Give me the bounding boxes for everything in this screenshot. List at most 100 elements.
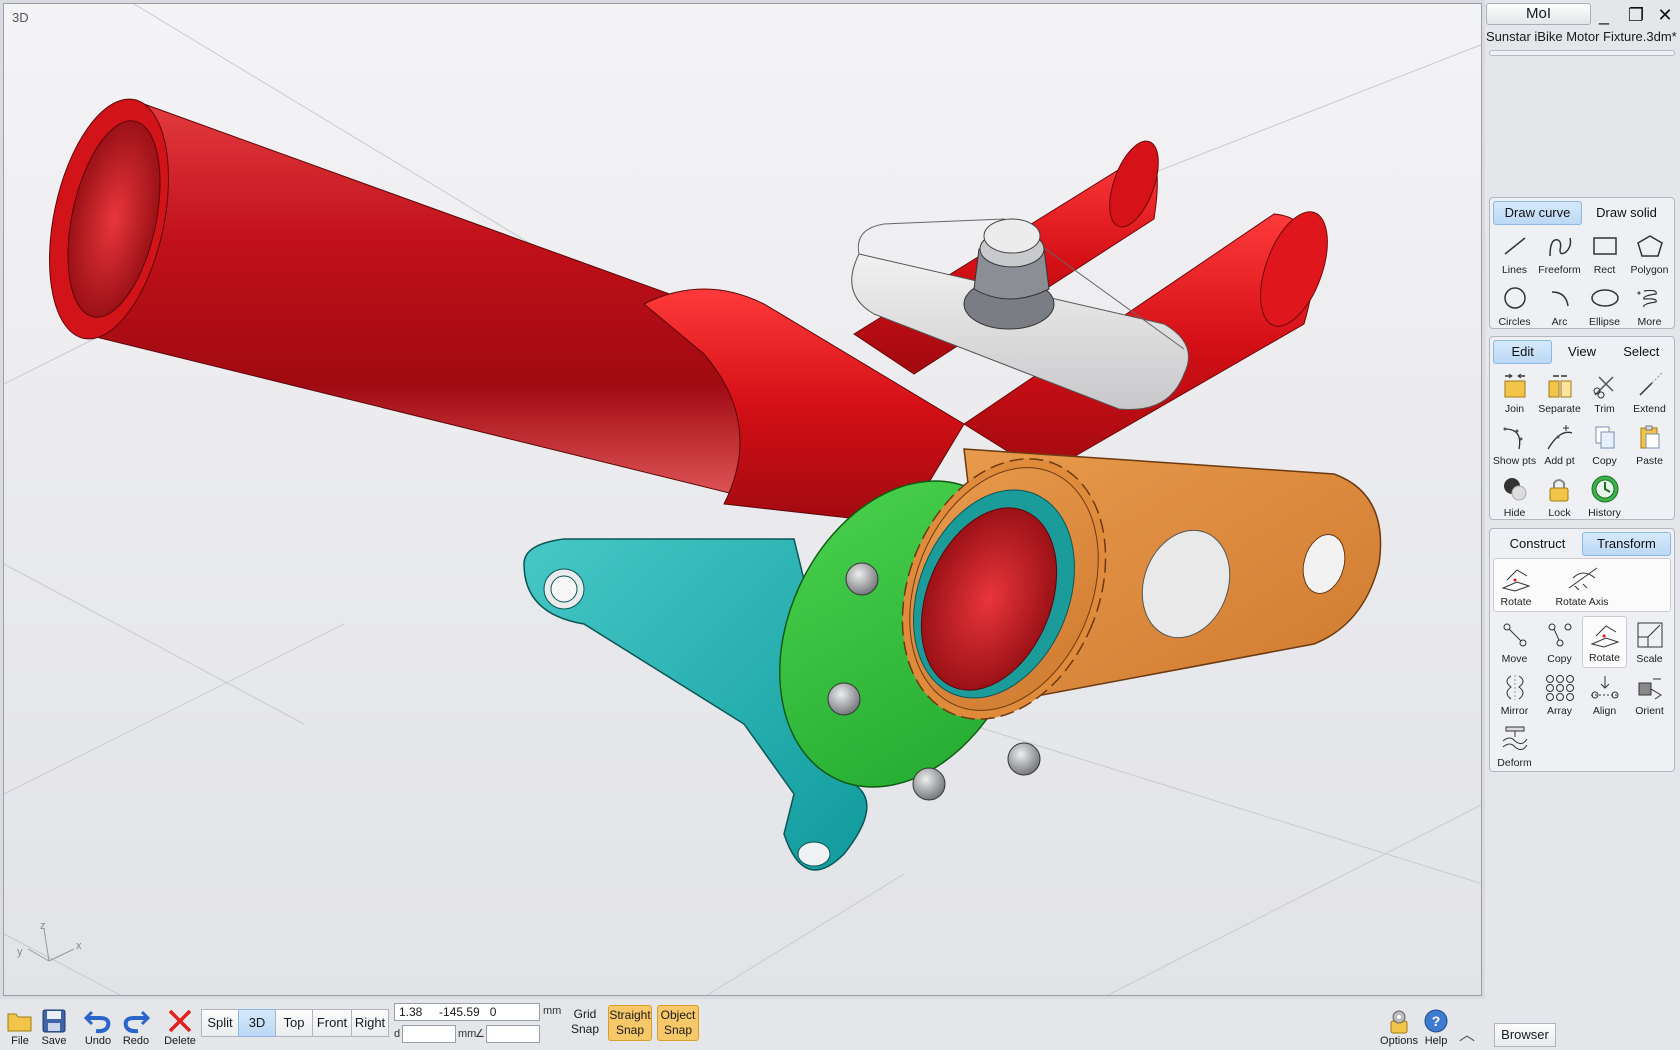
view-3d-button[interactable]: 3D <box>238 1009 276 1037</box>
bottom-toolbar: File Save Undo Redo Delete Split 3D Top … <box>0 999 1485 1050</box>
options-button[interactable]: Options <box>1377 1003 1421 1047</box>
coordinate-input[interactable]: 1.38 -145.59 0 <box>394 1003 540 1021</box>
tab-construct[interactable]: Construct <box>1493 532 1582 556</box>
tool-move[interactable]: Move <box>1492 616 1537 668</box>
distance-label: d <box>394 1028 401 1040</box>
join-icon <box>1498 369 1532 401</box>
add-point-icon <box>1543 421 1577 453</box>
tool-rotate-axis[interactable]: Rotate Axis <box>1538 559 1626 611</box>
tool-separate[interactable]: Separate <box>1537 366 1582 418</box>
help-question-icon: ? <box>1421 1007 1451 1035</box>
tab-edit[interactable]: Edit <box>1493 340 1553 364</box>
tool-circles[interactable]: Circles <box>1492 279 1537 331</box>
tool-hide[interactable]: Hide <box>1492 470 1537 522</box>
extend-icon <box>1633 369 1667 401</box>
tool-extend[interactable]: Extend <box>1627 366 1672 418</box>
tab-transform[interactable]: Transform <box>1582 532 1671 556</box>
angle-icon: ∠ <box>475 1028 485 1040</box>
tool-show-pts[interactable]: Show pts <box>1492 418 1537 470</box>
circle-icon <box>1498 282 1532 314</box>
help-button[interactable]: ? Help <box>1417 1003 1455 1047</box>
tool-deform[interactable]: Deform <box>1492 720 1537 772</box>
tool-freeform[interactable]: Freeform <box>1537 227 1582 279</box>
chevron-up-icon[interactable]: ︿ <box>1459 1021 1475 1045</box>
freeform-icon <box>1543 230 1577 262</box>
array-icon <box>1543 671 1577 703</box>
tool-more[interactable]: More <box>1627 279 1672 331</box>
tool-rotate-sub[interactable]: Rotate <box>1494 559 1538 611</box>
tool-trim[interactable]: Trim <box>1582 366 1627 418</box>
maximize-icon[interactable]: ❐ <box>1624 3 1648 27</box>
ellipse-icon <box>1588 282 1622 314</box>
distance-input[interactable] <box>402 1025 456 1043</box>
tool-align[interactable]: Align <box>1582 668 1627 720</box>
tool-paste[interactable]: Paste <box>1627 418 1672 470</box>
rotate-axis-icon <box>1565 562 1599 594</box>
angle-input[interactable] <box>486 1025 540 1043</box>
view-top-button[interactable]: Top <box>275 1009 313 1037</box>
tab-draw-curve[interactable]: Draw curve <box>1493 201 1582 225</box>
folder-icon <box>5 1007 35 1035</box>
tool-rotate[interactable]: Rotate <box>1582 616 1627 668</box>
tool-ellipse[interactable]: Ellipse <box>1582 279 1627 331</box>
tab-draw-solid[interactable]: Draw solid <box>1582 201 1671 225</box>
orient-icon <box>1633 671 1667 703</box>
save-button[interactable]: Save <box>34 1003 74 1047</box>
polygon-icon <box>1633 230 1667 262</box>
delete-button[interactable]: Delete <box>160 1003 200 1047</box>
tool-lines[interactable]: Lines <box>1492 227 1537 279</box>
redo-icon <box>121 1007 151 1035</box>
undo-button[interactable]: Undo <box>78 1003 118 1047</box>
object-snap-toggle[interactable]: Object Snap <box>657 1005 699 1041</box>
view-front-button[interactable]: Front <box>312 1009 352 1037</box>
rect-icon <box>1588 230 1622 262</box>
tool-history[interactable]: History <box>1582 470 1627 522</box>
straight-snap-toggle[interactable]: Straight Snap <box>608 1005 652 1041</box>
rotate-subpanel: Rotate Rotate Axis <box>1493 558 1671 612</box>
svg-text:y: y <box>17 946 23 958</box>
history-icon <box>1588 473 1622 505</box>
tool-lock[interactable]: Lock <box>1537 470 1582 522</box>
minimize-icon[interactable]: _ <box>1592 3 1616 27</box>
arc-icon <box>1543 282 1577 314</box>
options-gear-icon <box>1384 1007 1414 1035</box>
helix-icon <box>1633 282 1667 314</box>
tool-copy[interactable]: Copy <box>1582 418 1627 470</box>
tool-add-pt[interactable]: Add pt <box>1537 418 1582 470</box>
tool-orient[interactable]: Orient <box>1627 668 1672 720</box>
tab-select[interactable]: Select <box>1612 340 1671 364</box>
close-icon[interactable]: ✕ <box>1653 3 1677 27</box>
tool-array[interactable]: Array <box>1537 668 1582 720</box>
view-split-button[interactable]: Split <box>201 1009 239 1037</box>
floppy-disk-icon <box>39 1007 69 1035</box>
tool-polygon[interactable]: Polygon <box>1627 227 1672 279</box>
show-points-icon <box>1498 421 1532 453</box>
tool-mirror[interactable]: Mirror <box>1492 668 1537 720</box>
tool-arc[interactable]: Arc <box>1537 279 1582 331</box>
transform-panel: Construct Transform Rotate Rotate Axis M… <box>1489 528 1675 772</box>
app-name-button[interactable]: MoI <box>1486 3 1591 25</box>
tool-rect[interactable]: Rect <box>1582 227 1627 279</box>
move-icon <box>1498 619 1532 651</box>
rotate-icon <box>1499 562 1533 594</box>
redo-button[interactable]: Redo <box>116 1003 156 1047</box>
tool-copy-transform[interactable]: Copy <box>1537 616 1582 668</box>
scissors-icon <box>1588 369 1622 401</box>
3d-viewport[interactable]: 3D x y z <box>3 3 1482 996</box>
view-right-button[interactable]: Right <box>351 1009 389 1037</box>
scene-browser-bar[interactable] <box>1489 50 1675 56</box>
delete-x-icon <box>165 1007 195 1035</box>
draw-panel: Draw curve Draw solid Lines Freeform Rec… <box>1489 197 1675 329</box>
hide-icon <box>1498 473 1532 505</box>
model-render <box>4 4 1481 995</box>
svg-text:x: x <box>76 940 82 952</box>
browser-button[interactable]: Browser <box>1494 1023 1556 1047</box>
deform-icon <box>1498 723 1532 755</box>
paste-icon <box>1633 421 1667 453</box>
undo-icon <box>83 1007 113 1035</box>
copy-icon <box>1588 421 1622 453</box>
tool-join[interactable]: Join <box>1492 366 1537 418</box>
tool-scale[interactable]: Scale <box>1627 616 1672 668</box>
grid-snap-toggle[interactable]: Grid Snap <box>563 1005 607 1041</box>
tab-view[interactable]: View <box>1552 340 1611 364</box>
